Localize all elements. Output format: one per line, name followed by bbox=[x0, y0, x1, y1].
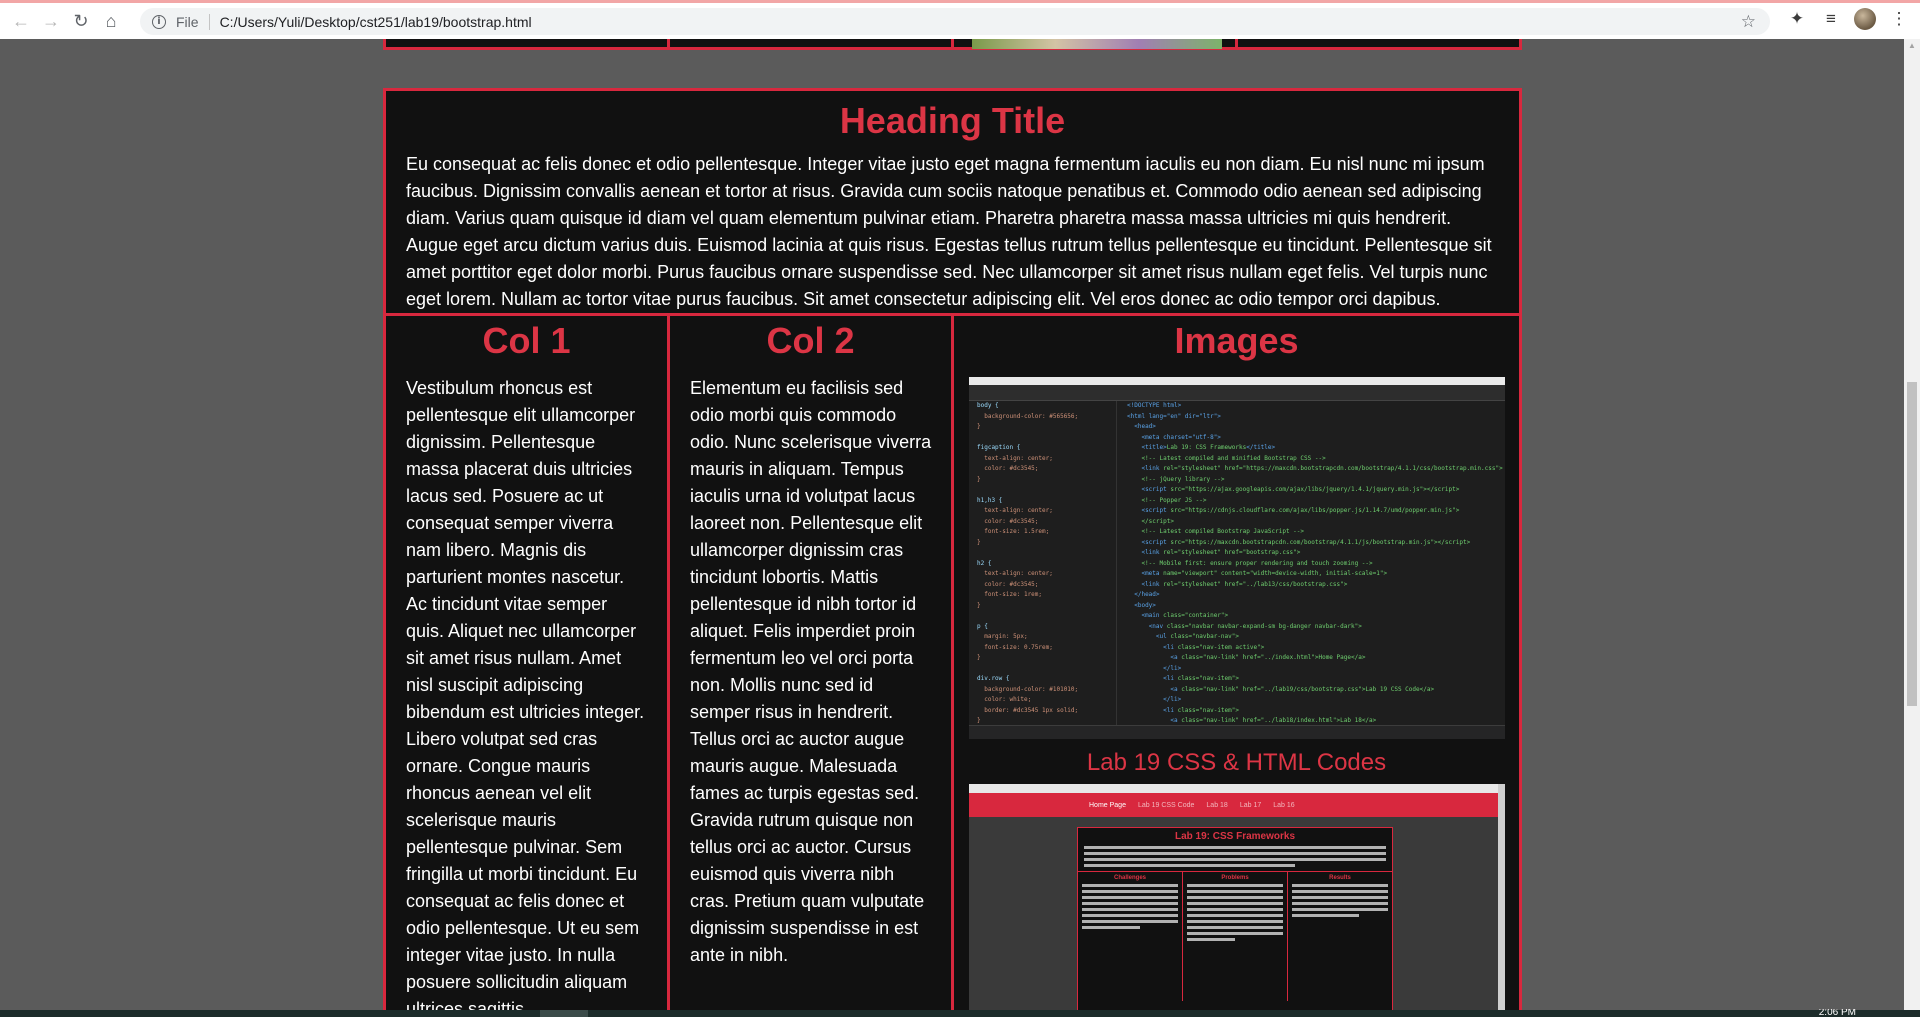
intro-paragraph: Eu consequat ac felis donec et odio pell… bbox=[406, 154, 1492, 309]
images-column: Images body { background-color: #565656;… bbox=[954, 316, 1519, 1010]
extensions-puzzle-icon[interactable]: ✦ bbox=[1786, 8, 1808, 30]
prev-col-1 bbox=[386, 39, 670, 47]
column-2: Col 2 Elementum eu facilisis sed odio mo… bbox=[670, 316, 954, 1010]
reading-list-icon[interactable]: ≡ bbox=[1820, 8, 1842, 30]
images-title: Images bbox=[1174, 320, 1299, 361]
preview-col-results: Results bbox=[1288, 872, 1392, 1001]
taskbar-active-app[interactable] bbox=[540, 1010, 588, 1017]
preview-col-title: Results bbox=[1329, 875, 1351, 881]
css-code-pane: body { background-color: #565656; } figc… bbox=[969, 401, 1117, 725]
address-bar[interactable]: i File C:/Users/Yuli/Desktop/cst251/lab1… bbox=[140, 8, 1770, 35]
forward-icon[interactable]: → bbox=[36, 6, 66, 36]
preview-title: Lab 19: CSS Frameworks bbox=[1174, 831, 1296, 842]
preview-nav-lab17: Lab 17 bbox=[1239, 801, 1262, 809]
prev-col-4 bbox=[1238, 39, 1519, 47]
column-1: Col 1 Vestibulum rhoncus est pellentesqu… bbox=[386, 316, 670, 1010]
os-taskbar bbox=[0, 1010, 1920, 1017]
preview-nav-lab16: Lab 16 bbox=[1273, 801, 1295, 809]
bookmark-star-icon[interactable]: ☆ bbox=[1741, 12, 1756, 32]
column-2-text: Elementum eu facilisis sed odio morbi qu… bbox=[690, 378, 932, 965]
url-text[interactable]: C:/Users/Yuli/Desktop/cst251/lab19/boots… bbox=[220, 14, 532, 30]
editor-titlebar bbox=[969, 377, 1505, 385]
preview-intro-lines bbox=[1084, 846, 1386, 867]
column-1-title: Col 1 bbox=[482, 320, 571, 361]
editor-statusbar bbox=[969, 725, 1505, 739]
editor-tab-css bbox=[969, 385, 1009, 400]
preview-scrollbar bbox=[1498, 784, 1505, 1010]
toolbar-icons: ✦ ≡ ⋮ bbox=[1786, 8, 1910, 30]
html-code-pane: <!DOCTYPE html> <html lang="en" dir="ltr… bbox=[1127, 402, 1503, 724]
three-column-row: Col 1 Vestibulum rhoncus est pellentesqu… bbox=[386, 313, 1519, 1010]
omnibox-divider bbox=[208, 13, 210, 30]
section-heading: Heading Title bbox=[839, 100, 1066, 141]
editor-tab-html bbox=[1069, 385, 1109, 400]
preview-col-title: Problems bbox=[1221, 875, 1249, 881]
menu-kebab-icon[interactable]: ⋮ bbox=[1888, 8, 1910, 30]
file-label: File bbox=[176, 13, 199, 30]
preview-col-problems: Problems bbox=[1183, 872, 1288, 1001]
back-icon[interactable]: ← bbox=[6, 6, 36, 36]
content-section: Heading Title Eu consequat ac felis done… bbox=[383, 88, 1522, 1010]
scroll-up-icon[interactable]: ▲ bbox=[1904, 39, 1920, 53]
preview-content-box: Lab 19: CSS Frameworks Challenges Proble… bbox=[1077, 827, 1393, 1010]
page-scrollbar[interactable]: ▲ bbox=[1904, 39, 1920, 1010]
column-2-title: Col 2 bbox=[766, 320, 855, 361]
prev-image-strip bbox=[972, 39, 1222, 49]
info-icon[interactable]: i bbox=[152, 14, 166, 29]
column-1-text: Vestibulum rhoncus est pellentesque elit… bbox=[406, 378, 645, 1010]
preview-browser-bar bbox=[969, 784, 1505, 793]
home-icon[interactable]: ⌂ bbox=[96, 6, 126, 36]
editor-tabs bbox=[969, 385, 1505, 401]
preview-nav-home: Home Page bbox=[1089, 801, 1126, 809]
prev-col-3 bbox=[954, 39, 1238, 49]
webpage-preview-screenshot: Home Page Lab 19 CSS Code Lab 18 Lab 17 … bbox=[969, 784, 1505, 1010]
previous-section-bottom bbox=[383, 39, 1522, 50]
preview-nav-lab18: Lab 18 bbox=[1206, 801, 1228, 809]
preview-col-challenges: Challenges bbox=[1078, 872, 1183, 1001]
taskbar-clock: 2:06 PM bbox=[1818, 1009, 1856, 1017]
profile-avatar[interactable] bbox=[1854, 8, 1876, 30]
page-viewport: Heading Title Eu consequat ac felis done… bbox=[0, 39, 1904, 1010]
preview-navbar: Home Page Lab 19 CSS Code Lab 18 Lab 17 … bbox=[969, 793, 1505, 817]
preview-nav-lab19: Lab 19 CSS Code bbox=[1137, 801, 1195, 809]
prev-col-2 bbox=[670, 39, 954, 47]
code-editor-screenshot: body { background-color: #565656; } figc… bbox=[969, 377, 1505, 739]
reload-icon[interactable]: ↻ bbox=[66, 6, 96, 36]
browser-toolbar: ← → ↻ ⌂ i File C:/Users/Yuli/Desktop/cst… bbox=[0, 0, 1920, 39]
preview-col-title: Challenges bbox=[1113, 875, 1146, 881]
preview-columns: Challenges Problems Results bbox=[1078, 871, 1392, 1001]
scrollbar-thumb[interactable] bbox=[1907, 382, 1917, 706]
image-caption: Lab 19 CSS & HTML Codes bbox=[1086, 749, 1387, 776]
